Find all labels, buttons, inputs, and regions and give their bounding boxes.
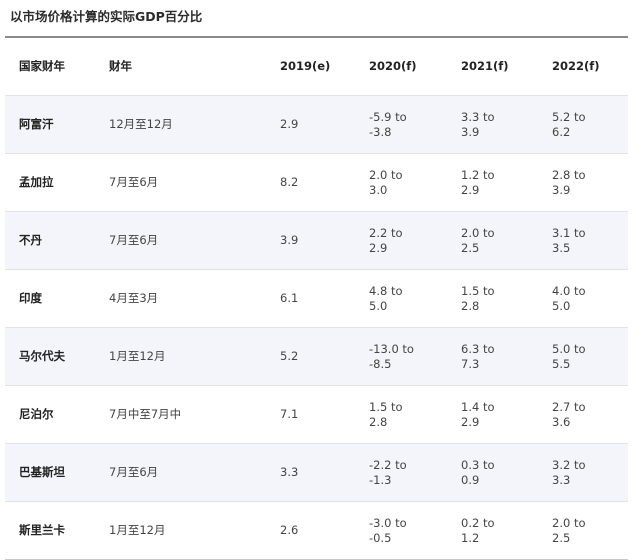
value-2021-cell: 1.4 to 2.9 [461,399,495,429]
value-2020-cell: -3.0 to -0.5 [369,515,407,545]
value-2019-cell: 2.6 [280,523,299,537]
value-2021-cell: 0.2 to 1.2 [461,515,495,545]
fiscal-year-cell: 4月至3月 [109,291,159,305]
value-2021-cell: 1.5 to 2.8 [461,283,495,313]
value-2020-cell: 1.5 to 2.8 [369,399,403,429]
value-2021-cell: 6.3 to 7.3 [461,341,495,371]
table-title: 以市场价格计算的实际GDP百分比 [10,9,203,24]
fiscal-year-cell: 7月至6月 [109,233,159,247]
value-2019-cell: 8.2 [280,175,299,189]
value-2019-cell: 7.1 [280,407,299,421]
value-2019-cell: 3.3 [280,465,299,479]
table-row: 印度 4月至3月 6.1 4.8 to 5.0 1.5 to 2.8 4.0 t… [5,269,628,327]
table-row: 尼泊尔 7月中至7月中 7.1 1.5 to 2.8 1.4 to 2.9 2.… [5,385,628,443]
value-2020-cell: 2.0 to 3.0 [369,167,403,197]
value-2022-cell: 2.7 to 3.6 [552,399,586,429]
header-2021: 2021(f) [461,59,509,73]
value-2021-cell: 1.2 to 2.9 [461,167,495,197]
header-2019: 2019(e) [280,59,331,73]
value-2022-cell: 3.1 to 3.5 [552,225,586,255]
value-2019-cell: 6.1 [280,291,299,305]
table-row: 斯里兰卡 1月至12月 2.6 -3.0 to -0.5 0.2 to 1.2 … [5,501,628,560]
header-2020: 2020(f) [369,59,417,73]
value-2020-cell: -5.9 to -3.8 [369,109,407,139]
table-row: 马尔代夫 1月至12月 5.2 -13.0 to -8.5 6.3 to 7.3… [5,327,628,385]
fiscal-year-cell: 7月中至7月中 [109,407,182,421]
value-2019-cell: 2.9 [280,117,299,131]
country-cell: 阿富汗 [19,117,54,131]
fiscal-year-cell: 7月至6月 [109,175,159,189]
table-row: 阿富汗 12月至12月 2.9 -5.9 to -3.8 3.3 to 3.9 … [5,95,628,153]
table-header-row: 国家财年 财年 2019(e) 2020(f) 2021(f) 2022(f) [5,38,628,95]
value-2022-cell: 5.0 to 5.5 [552,341,586,371]
value-2022-cell: 3.2 to 3.3 [552,457,586,487]
table-row: 不丹 7月至6月 3.9 2.2 to 2.9 2.0 to 2.5 3.1 t… [5,211,628,269]
country-cell: 孟加拉 [19,175,54,189]
fiscal-year-cell: 12月至12月 [109,117,173,131]
fiscal-year-cell: 7月至6月 [109,465,159,479]
country-cell: 巴基斯坦 [19,465,65,479]
value-2022-cell: 4.0 to 5.0 [552,283,586,313]
value-2021-cell: 2.0 to 2.5 [461,225,495,255]
header-country: 国家财年 [19,59,65,73]
country-cell: 马尔代夫 [19,349,65,363]
country-cell: 尼泊尔 [19,407,54,421]
country-cell: 不丹 [19,233,42,247]
table-row: 巴基斯坦 7月至6月 3.3 -2.2 to -1.3 0.3 to 0.9 3… [5,443,628,501]
value-2020-cell: -13.0 to -8.5 [369,341,414,371]
country-cell: 印度 [19,291,42,305]
value-2019-cell: 5.2 [280,349,299,363]
header-2022: 2022(f) [552,59,600,73]
value-2019-cell: 3.9 [280,233,299,247]
value-2020-cell: -2.2 to -1.3 [369,457,407,487]
header-fiscal-year: 财年 [109,59,132,73]
value-2022-cell: 2.0 to 2.5 [552,515,586,545]
value-2021-cell: 3.3 to 3.9 [461,109,495,139]
fiscal-year-cell: 1月至12月 [109,523,166,537]
value-2021-cell: 0.3 to 0.9 [461,457,495,487]
value-2020-cell: 2.2 to 2.9 [369,225,403,255]
fiscal-year-cell: 1月至12月 [109,349,166,363]
gdp-table: 国家财年 财年 2019(e) 2020(f) 2021(f) 2022(f) … [5,36,628,560]
value-2020-cell: 4.8 to 5.0 [369,283,403,313]
country-cell: 斯里兰卡 [19,523,65,537]
value-2022-cell: 2.8 to 3.9 [552,167,586,197]
value-2022-cell: 5.2 to 6.2 [552,109,586,139]
table-row: 孟加拉 7月至6月 8.2 2.0 to 3.0 1.2 to 2.9 2.8 … [5,153,628,211]
